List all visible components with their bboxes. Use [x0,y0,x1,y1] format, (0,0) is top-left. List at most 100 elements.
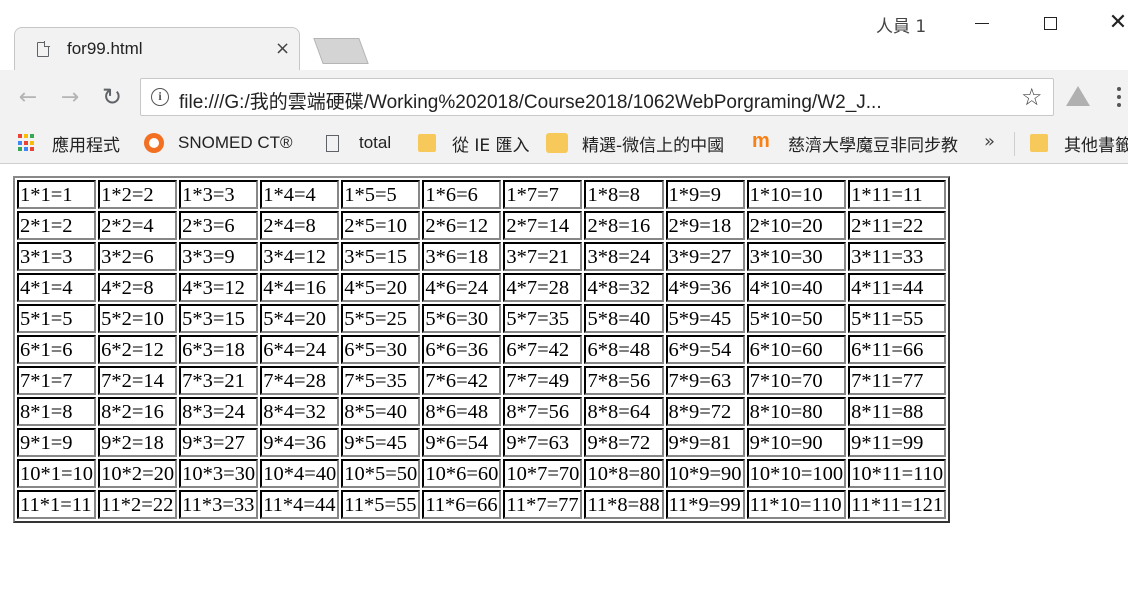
table-cell: 8*9=72 [665,397,745,426]
table-cell: 8*6=48 [422,397,502,426]
table-row: 11*1=11 11*2=22 11*3=33 11*4=44 11*5=55 11*6=… [17,490,947,519]
table-cell: 4*7=28 [503,273,583,302]
info-icon[interactable]: i [151,88,169,106]
table-cell: 6*1=6 [17,335,97,364]
table-cell: 2*8=16 [584,211,664,240]
table-cell: 8*4=32 [260,397,340,426]
table-cell: 5*6=30 [422,304,502,333]
table-cell: 10*8=80 [584,459,664,488]
table-cell: 1*11=11 [848,180,947,209]
table-cell: 2*11=22 [848,211,947,240]
table-cell: 8*8=64 [584,397,664,426]
table-cell: 10*4=40 [260,459,340,488]
table-cell: 1*9=9 [665,180,745,209]
bookmark-snomed[interactable]: SNOMED CT® [144,124,293,162]
close-icon: ✕ [1108,10,1128,35]
table-cell: 11*9=99 [665,490,745,519]
minimize-icon [975,22,989,24]
forward-button[interactable]: → [56,83,84,111]
close-window-button[interactable]: ✕ [1088,0,1128,46]
table-cell: 7*6=42 [422,366,502,395]
active-tab[interactable]: for99.html × [14,27,300,71]
table-cell: 11*2=22 [98,490,178,519]
table-cell: 1*2=2 [98,180,178,209]
table-cell: 3*5=15 [341,242,421,271]
url-text[interactable]: file:///G:/我的雲端硬碟/Working%202018/Course2… [179,87,882,114]
table-cell: 1*5=5 [341,180,421,209]
bookmark-total[interactable]: total [326,124,391,162]
bookmark-star-icon[interactable]: ☆ [1021,83,1043,111]
table-cell: 3*9=27 [665,242,745,271]
tab-title: for99.html [67,39,143,58]
table-cell: 9*8=72 [584,428,664,457]
table-cell: 9*2=18 [98,428,178,457]
table-cell: 11*4=44 [260,490,340,519]
google-drive-icon[interactable] [1066,86,1090,106]
table-cell: 9*5=45 [341,428,421,457]
table-cell: 7*10=70 [746,366,847,395]
table-cell: 5*1=5 [17,304,97,333]
table-cell: 8*5=40 [341,397,421,426]
bookmark-label: 從 IE 匯入 [452,135,530,156]
table-cell: 3*2=6 [98,242,178,271]
page-icon [37,41,50,57]
bookmark-apps[interactable]: 應用程式 [18,124,120,162]
title-bar: for99.html × 人員 1 ✕ [0,0,1128,71]
table-cell: 5*8=40 [584,304,664,333]
table-cell: 6*8=48 [584,335,664,364]
bookmark-label: 其他書籤 [1064,135,1128,156]
bookmarks-divider [1014,132,1015,156]
table-row: 3*1=3 3*2=6 3*3=9 3*4=12 3*5=15 3*6=18 3*7=21 3… [17,242,947,271]
bookmarks-overflow-button[interactable]: » [984,131,995,152]
snomed-icon [144,133,164,153]
bookmark-moodle[interactable]: 慈濟大學魔豆非同步教 [752,124,962,162]
table-cell: 7*9=63 [665,366,745,395]
reload-button[interactable]: ↻ [98,83,126,111]
bookmark-other[interactable]: 其他書籤 [1030,124,1128,162]
table-cell: 5*2=10 [98,304,178,333]
table-cell: 11*6=66 [422,490,502,519]
table-cell: 3*3=9 [179,242,259,271]
menu-icon[interactable] [1110,82,1128,112]
table-cell: 9*7=63 [503,428,583,457]
table-cell: 4*4=16 [260,273,340,302]
table-cell: 8*1=8 [17,397,97,426]
toolbar: ← → ↻ i file:///G:/我的雲端硬碟/Working%202018… [0,70,1128,124]
table-cell: 7*4=28 [260,366,340,395]
bookmark-ie-import[interactable]: 從 IE 匯入 [418,124,530,162]
table-cell: 2*3=6 [179,211,259,240]
table-cell: 4*1=4 [17,273,97,302]
address-bar[interactable]: i file:///G:/我的雲端硬碟/Working%202018/Cours… [140,78,1054,116]
table-cell: 5*10=50 [746,304,847,333]
wechat-icon [546,133,568,153]
table-cell: 1*1=1 [17,180,97,209]
table-cell: 7*7=49 [503,366,583,395]
table-cell: 10*5=50 [341,459,421,488]
back-button[interactable]: ← [14,83,42,111]
table-cell: 5*4=20 [260,304,340,333]
table-cell: 4*10=40 [746,273,847,302]
table-cell: 6*3=18 [179,335,259,364]
new-tab-button[interactable] [313,38,369,64]
table-cell: 6*9=54 [665,335,745,364]
table-cell: 11*7=77 [503,490,583,519]
maximize-button[interactable] [1020,0,1080,46]
bookmark-label: 應用程式 [52,135,120,156]
table-cell: 3*8=24 [584,242,664,271]
document-icon [326,134,339,152]
table-cell: 4*2=8 [98,273,178,302]
table-cell: 3*6=18 [422,242,502,271]
profile-name[interactable]: 人員 1 [876,12,926,37]
minimize-button[interactable] [952,0,1012,46]
tab-close-button[interactable]: × [275,38,290,59]
table-cell: 6*4=24 [260,335,340,364]
table-cell: 5*3=15 [179,304,259,333]
table-cell: 4*9=36 [665,273,745,302]
table-row: 1*1=1 1*2=2 1*3=3 1*4=4 1*5=5 1*6=6 1*7=7 1*8=8… [17,180,947,209]
table-cell: 7*8=56 [584,366,664,395]
multiplication-table: 1*1=1 1*2=2 1*3=3 1*4=4 1*5=5 1*6=6 1*7=7 1*8=8… [13,176,951,523]
table-cell: 1*6=6 [422,180,502,209]
table-cell: 9*6=54 [422,428,502,457]
bookmark-wechat[interactable]: 精選-微信上的中國 [546,124,724,162]
table-cell: 2*5=10 [341,211,421,240]
